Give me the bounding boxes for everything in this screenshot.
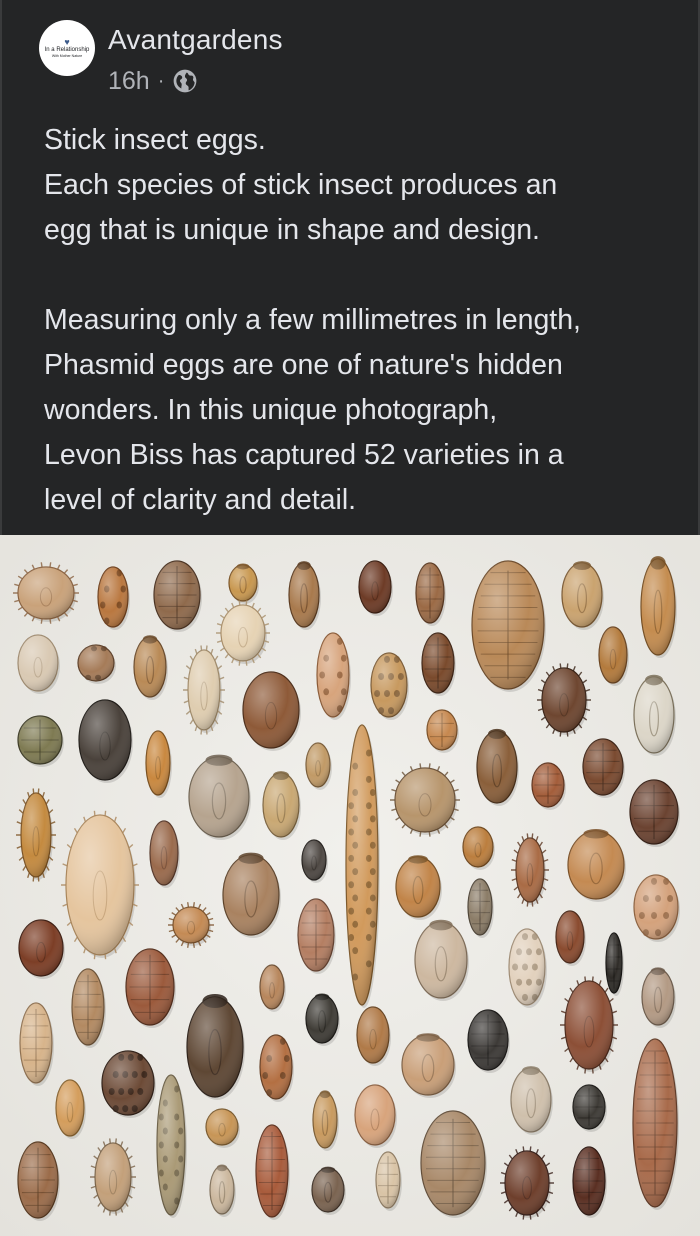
heart-icon: ♥: [64, 36, 70, 47]
caption-line: Measuring only a few millimetres in leng…: [44, 304, 581, 336]
page-name-link[interactable]: Avantgardens: [108, 24, 283, 56]
post-card: ♥ In a Relationship With Mother Nature A…: [0, 0, 700, 535]
post-timestamp[interactable]: 16h: [108, 67, 150, 96]
page-avatar[interactable]: ♥ In a Relationship With Mother Nature: [39, 20, 95, 76]
meta-separator: ·: [157, 69, 165, 92]
egg: [345, 724, 380, 1008]
avatar-line1: In a Relationship: [44, 46, 90, 53]
avatar-line2: With Mother Nature: [51, 53, 83, 58]
caption-line: level of clarity and detail.: [44, 484, 357, 516]
caption-paragraph-gap: [44, 253, 684, 298]
caption-line: Levon Biss has captured 52 varieties in …: [44, 439, 564, 471]
stick-insect-eggs-photo: [0, 535, 700, 1236]
post-photo[interactable]: [0, 535, 700, 1236]
caption-line: Phasmid eggs are one of nature's hidden: [44, 349, 563, 381]
caption-line: egg that is unique in shape and design.: [44, 214, 540, 246]
post-caption: Stick insect eggs. Each species of stick…: [44, 118, 684, 523]
post-meta: 16h ·: [108, 66, 198, 96]
post-border-left: [0, 0, 2, 535]
caption-line: Each species of stick insect produces an: [44, 169, 558, 201]
caption-line: wonders. In this unique photograph,: [44, 394, 498, 426]
caption-line: Stick insect eggs.: [44, 124, 266, 156]
globe-icon[interactable]: [172, 68, 198, 94]
